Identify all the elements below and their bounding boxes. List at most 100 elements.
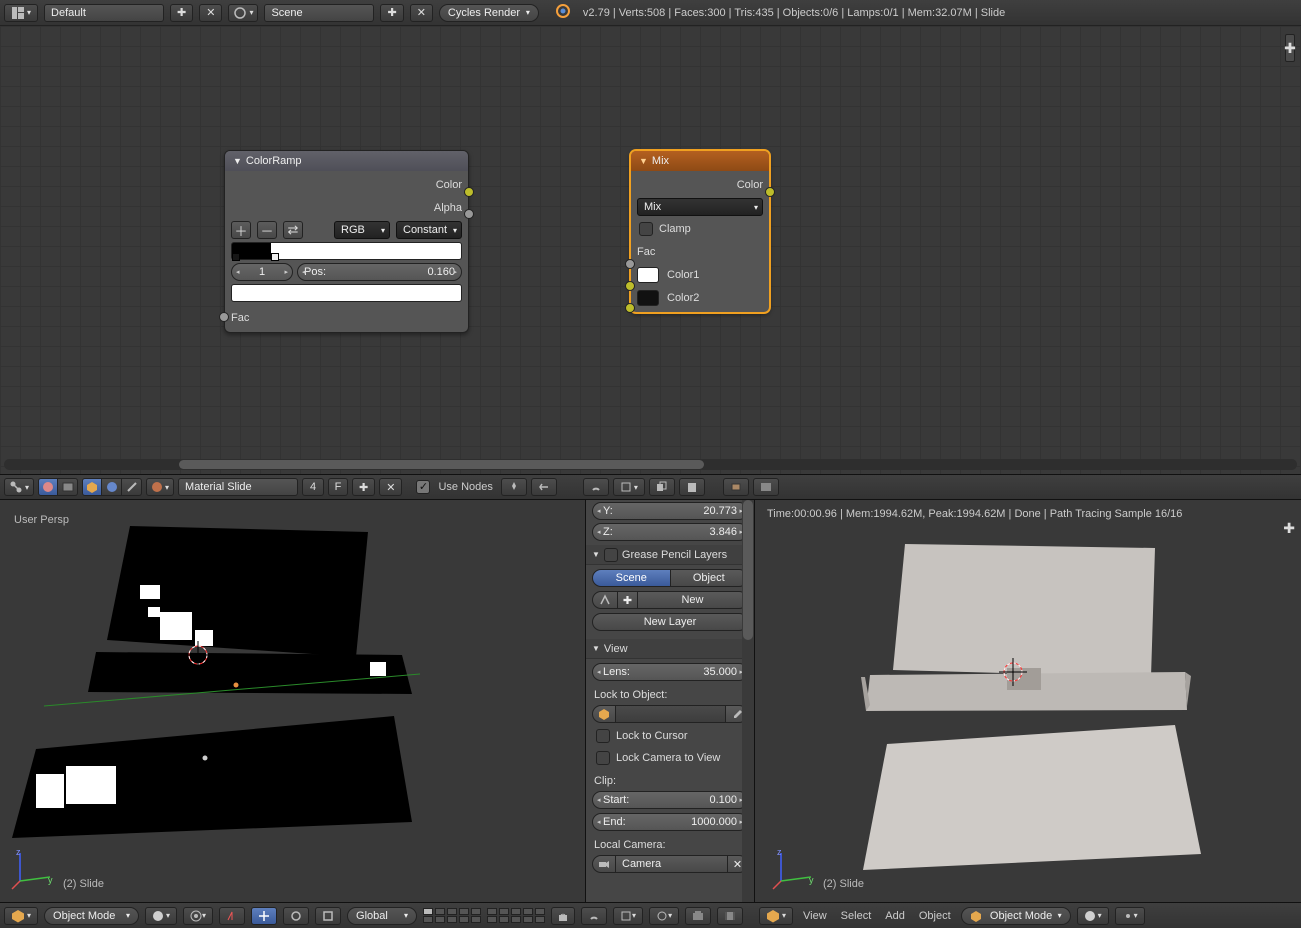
ramp-color-swatch[interactable] — [231, 284, 462, 302]
lock-object-field[interactable] — [616, 705, 726, 723]
shader-tree-toggle[interactable] — [38, 478, 58, 496]
material-name-field[interactable]: Material Slide — [178, 478, 298, 496]
ramp-pos-field[interactable]: ◂Pos:0.160▸ — [297, 263, 462, 281]
editor-type-icon[interactable]: ▾ — [4, 907, 38, 925]
clip-end-field[interactable]: ◂End:1000.000▸ — [592, 813, 748, 831]
orientation-selector[interactable]: Global▾ — [347, 907, 417, 925]
socket-out-color[interactable] — [464, 187, 474, 197]
manipulator-toggle[interactable] — [219, 907, 245, 925]
lock-camera-checkbox[interactable] — [596, 751, 610, 765]
ramp-handle-0[interactable] — [232, 253, 240, 261]
node-header[interactable]: ▼ColorRamp — [225, 151, 468, 171]
snap-toggle[interactable] — [581, 907, 607, 925]
ramp-index-field[interactable]: ◂1▸ — [231, 263, 293, 281]
location-y-field[interactable]: ◂Y:20.773▸ — [592, 502, 748, 520]
gp-add-icon[interactable]: ✚ — [618, 591, 638, 609]
grease-pencil-header[interactable]: ▼Grease Pencil Layers — [586, 545, 754, 565]
ramp-interp-select[interactable]: Constant▾ — [396, 221, 462, 239]
backdrop-button[interactable] — [753, 478, 779, 496]
gp-new-layer-button[interactable]: New Layer — [592, 613, 748, 631]
v-scrollbar[interactable] — [742, 500, 754, 902]
snap-toggle[interactable] — [583, 478, 609, 496]
layout-add-button[interactable]: ✚ — [170, 4, 193, 22]
material-add-button[interactable]: ✚ — [352, 478, 375, 496]
view-panel-header[interactable]: ▼View — [586, 639, 754, 659]
gp-new-button[interactable]: New — [638, 591, 748, 609]
paste-nodes-button[interactable] — [679, 478, 705, 496]
pin-button[interactable] — [501, 478, 527, 496]
viewport-right[interactable]: Time:00:00.96 | Mem:1994.62M, Peak:1994.… — [755, 500, 1301, 902]
snap-element[interactable]: ▾ — [613, 907, 643, 925]
scene-remove-button[interactable]: ✕ — [410, 4, 433, 22]
manipulator-rotate[interactable] — [283, 907, 309, 925]
editor-type-icon[interactable]: ▾ — [4, 478, 34, 496]
manipulator-scale[interactable] — [315, 907, 341, 925]
layers-widget-2[interactable] — [487, 908, 545, 923]
viewport-left[interactable]: User Persp z y — [0, 500, 585, 902]
copy-nodes-button[interactable] — [649, 478, 675, 496]
lock-object-icon[interactable] — [592, 705, 616, 723]
ramp-add-button[interactable]: ＋ — [231, 221, 251, 239]
auto-render-button[interactable] — [723, 478, 749, 496]
line-shader-toggle[interactable] — [122, 478, 142, 496]
layout-selector[interactable]: Default — [44, 4, 164, 22]
node-color-ramp[interactable]: ▼ColorRamp Color Alpha ＋ － ⇄ RGB▾ Consta… — [224, 150, 469, 333]
layers-widget[interactable] — [423, 908, 481, 923]
ramp-remove-button[interactable]: － — [257, 221, 277, 239]
layout-remove-button[interactable]: ✕ — [199, 4, 222, 22]
gp-source-object[interactable]: Object — [671, 569, 749, 587]
mix-blend-select[interactable]: Mix▾ — [637, 198, 763, 216]
ramp-handle-1[interactable] — [271, 253, 279, 261]
color1-swatch[interactable] — [637, 267, 659, 283]
scene-selector[interactable]: Scene — [264, 4, 374, 22]
socket-in-color1[interactable] — [625, 281, 635, 291]
menu-object[interactable]: Object — [915, 910, 955, 922]
hscroll-thumb[interactable] — [179, 460, 704, 469]
fake-user-button[interactable]: F — [328, 478, 348, 496]
render-engine-selector[interactable]: Cycles Render▾ — [439, 4, 539, 22]
object-shader-toggle[interactable] — [82, 478, 102, 496]
go-parent-button[interactable] — [531, 478, 557, 496]
socket-in-fac[interactable] — [219, 312, 229, 322]
material-browse-icon[interactable]: ▾ — [146, 478, 174, 496]
world-shader-toggle[interactable] — [102, 478, 122, 496]
socket-in-fac[interactable] — [625, 259, 635, 269]
snap-target[interactable]: ▾ — [649, 907, 679, 925]
use-nodes-checkbox[interactable]: ✓ — [416, 480, 430, 494]
compositor-tree-toggle[interactable] — [58, 478, 78, 496]
snap-element[interactable]: ▾ — [613, 478, 645, 496]
socket-out-alpha[interactable] — [464, 209, 474, 219]
ramp-flip-button[interactable]: ⇄ — [283, 221, 303, 239]
local-camera-field[interactable]: Camera — [616, 855, 728, 873]
scene-icon[interactable]: ▾ — [228, 4, 258, 22]
gp-enable-checkbox[interactable] — [604, 548, 618, 562]
clip-start-field[interactable]: ◂Start:0.100▸ — [592, 791, 748, 809]
n-panel-toggle[interactable]: ✚ — [1285, 34, 1295, 62]
render-anim-button[interactable] — [717, 907, 743, 925]
node-mix[interactable]: ▼Mix Color Mix▾ Clamp Fac Color1 Color2 — [630, 150, 770, 313]
lens-field[interactable]: ◂Lens:35.000▸ — [592, 663, 748, 681]
mode-selector[interactable]: Object Mode▾ — [961, 907, 1071, 925]
mode-selector[interactable]: Object Mode▾ — [44, 907, 139, 925]
color-ramp-gradient[interactable] — [231, 242, 462, 260]
ramp-mode-select[interactable]: RGB▾ — [334, 221, 390, 239]
render-image-button[interactable] — [685, 907, 711, 925]
shading-mode[interactable]: ▾ — [145, 907, 177, 925]
menu-add[interactable]: Add — [881, 910, 909, 922]
menu-select[interactable]: Select — [837, 910, 876, 922]
pivot-mode[interactable]: ▾ — [1115, 907, 1145, 925]
socket-out-color[interactable] — [765, 187, 775, 197]
gp-browse-icon[interactable] — [592, 591, 618, 609]
pivot-mode[interactable]: ▾ — [183, 907, 213, 925]
clamp-checkbox[interactable] — [639, 222, 653, 236]
hscroll-track[interactable] — [4, 459, 1297, 470]
node-editor[interactable]: ▼ColorRamp Color Alpha ＋ － ⇄ RGB▾ Consta… — [0, 26, 1301, 474]
editor-type-icon[interactable]: ▾ — [4, 4, 38, 22]
editor-type-icon[interactable]: ▾ — [759, 907, 793, 925]
v-scroll-thumb[interactable] — [743, 500, 753, 640]
material-users[interactable]: 4 — [302, 478, 324, 496]
material-remove-button[interactable]: ✕ — [379, 478, 402, 496]
shading-mode[interactable]: ▾ — [1077, 907, 1109, 925]
gp-source-scene[interactable]: Scene — [592, 569, 671, 587]
scene-add-button[interactable]: ✚ — [380, 4, 403, 22]
